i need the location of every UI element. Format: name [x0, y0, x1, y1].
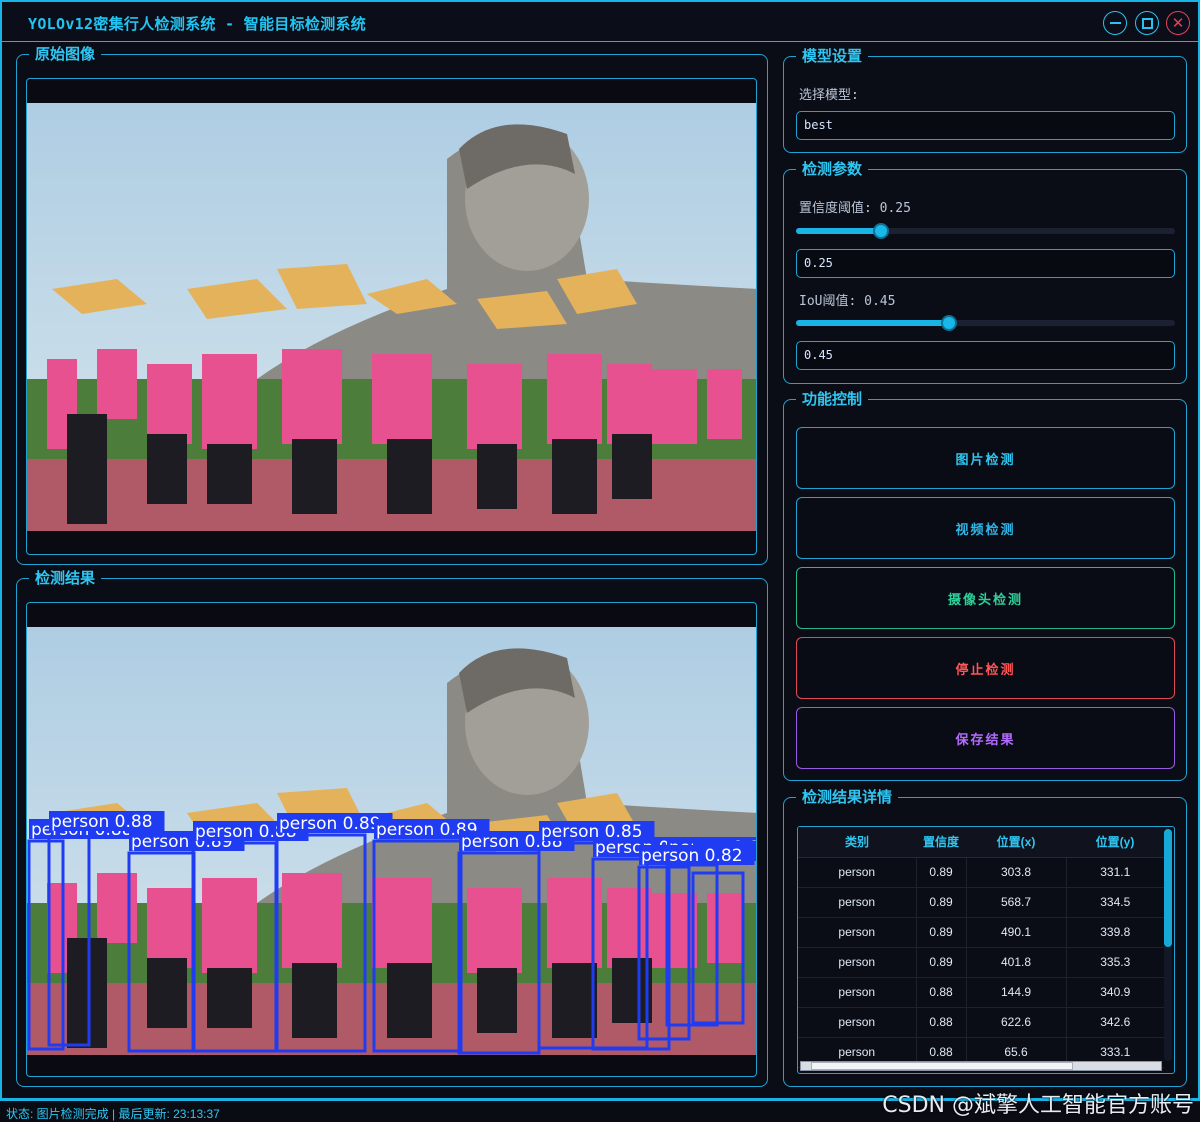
detection-label: person 0.88: [51, 812, 153, 832]
original-image: [27, 103, 756, 531]
cell-confidence: 0.89: [916, 887, 967, 918]
column-header-y[interactable]: 位置(y): [1066, 827, 1164, 858]
detection-params-label: 检测参数: [796, 160, 869, 178]
model-settings-label: 模型设置: [796, 47, 869, 65]
column-header-class[interactable]: 类别: [798, 827, 916, 858]
results-table[interactable]: 类别 置信度 位置(x) 位置(y) person 0.89 303.8 331.1 …: [797, 826, 1175, 1074]
status-text: 状态: 图片检测完成 | 最后更新: 23:13:37: [6, 1107, 220, 1121]
original-image-frame: [26, 78, 757, 555]
close-icon: ✕: [1171, 13, 1185, 32]
cell-x: 144.9: [966, 977, 1067, 1008]
app-window: YOLOv12密集行人检测系统 - 智能目标检测系统 ✕ 原始图像 检测结果 p…: [0, 0, 1200, 1100]
table-row[interactable]: person 0.88 144.9 340.9: [798, 977, 1164, 1008]
model-select-label: 选择模型:: [799, 88, 859, 103]
column-header-x[interactable]: 位置(x): [966, 827, 1066, 858]
cell-y: 334.5: [1066, 887, 1164, 918]
conf-threshold-input[interactable]: 0.25: [796, 249, 1175, 278]
cell-class: person: [798, 1007, 917, 1038]
iou-threshold-input[interactable]: 0.45: [796, 341, 1175, 370]
conf-slider-fill: [796, 228, 881, 234]
title-bar: YOLOv12密集行人检测系统 - 智能目标检测系统 ✕: [2, 2, 1198, 42]
cell-x: 622.6: [966, 1007, 1067, 1038]
result-image-label: 检测结果: [29, 569, 102, 587]
horizontal-scroll-thumb[interactable]: [811, 1062, 1073, 1070]
cell-class: person: [798, 917, 917, 948]
cell-confidence: 0.88: [916, 977, 967, 1008]
image-detect-button[interactable]: 图片检测: [796, 427, 1175, 489]
video-detect-button[interactable]: 视频检测: [796, 497, 1175, 559]
save-result-button[interactable]: 保存结果: [796, 707, 1175, 769]
conf-slider-handle[interactable]: [873, 223, 889, 239]
maximize-icon: [1141, 17, 1153, 29]
cell-confidence: 0.89: [916, 947, 967, 978]
cell-confidence: 0.88: [916, 1007, 967, 1038]
cell-y: 331.1: [1066, 857, 1164, 888]
detection-label: person 0.82: [641, 846, 743, 866]
result-image-frame: person 0.88person 0.88person 0.89person …: [26, 602, 757, 1077]
iou-threshold-label: IoU阈值: 0.45: [799, 294, 896, 309]
model-select[interactable]: best: [796, 111, 1175, 140]
cell-class: person: [798, 857, 917, 888]
cell-x: 401.8: [966, 947, 1067, 978]
cell-x: 303.8: [966, 857, 1067, 888]
camera-detect-button[interactable]: 摄像头检测: [796, 567, 1175, 629]
table-header-row: 类别 置信度 位置(x) 位置(y): [798, 827, 1164, 858]
conf-threshold-slider[interactable]: [796, 223, 1175, 239]
table-row[interactable]: person 0.89 490.1 339.8: [798, 917, 1164, 948]
iou-slider-fill: [796, 320, 949, 326]
table-vertical-scrollbar[interactable]: [1164, 829, 1172, 1061]
table-row[interactable]: person 0.89 568.7 334.5: [798, 887, 1164, 918]
results-detail-label: 检测结果详情: [796, 788, 899, 806]
cell-x: 490.1: [966, 917, 1067, 948]
stop-detect-button[interactable]: 停止检测: [796, 637, 1175, 699]
iou-slider-handle[interactable]: [941, 315, 957, 331]
minimize-icon: [1109, 22, 1121, 24]
cell-confidence: 0.89: [916, 857, 967, 888]
vertical-scroll-thumb[interactable]: [1164, 829, 1172, 947]
table-row[interactable]: person 0.88 622.6 342.6: [798, 1007, 1164, 1038]
result-image: person 0.88person 0.88person 0.89person …: [27, 627, 756, 1055]
close-button[interactable]: ✕: [1166, 11, 1190, 35]
detection-label: person 0.89: [279, 814, 381, 834]
conf-threshold-label: 置信度阈值: 0.25: [799, 201, 911, 216]
watermark: CSDN @斌擎人工智能官方账号: [882, 1093, 1194, 1118]
minimize-button[interactable]: [1103, 11, 1127, 35]
table-row[interactable]: person 0.89 401.8 335.3: [798, 947, 1164, 978]
cell-y: 335.3: [1066, 947, 1164, 978]
iou-threshold-slider[interactable]: [796, 315, 1175, 331]
maximize-button[interactable]: [1135, 11, 1159, 35]
cell-x: 568.7: [966, 887, 1067, 918]
cell-confidence: 0.89: [916, 917, 967, 948]
table-horizontal-scrollbar[interactable]: [800, 1061, 1162, 1071]
cell-y: 339.8: [1066, 917, 1164, 948]
cell-class: person: [798, 947, 917, 978]
window-title: YOLOv12密集行人检测系统 - 智能目标检测系统: [28, 15, 367, 33]
cell-y: 342.6: [1066, 1007, 1164, 1038]
cell-class: person: [798, 887, 917, 918]
function-control-label: 功能控制: [796, 390, 869, 408]
original-image-label: 原始图像: [29, 45, 102, 63]
status-bar: 状态: 图片检测完成 | 最后更新: 23:13:37 CSDN @斌擎人工智能…: [0, 1093, 1200, 1122]
cell-y: 340.9: [1066, 977, 1164, 1008]
column-header-confidence[interactable]: 置信度: [916, 827, 966, 858]
table-row[interactable]: person 0.89 303.8 331.1: [798, 857, 1164, 888]
cell-class: person: [798, 977, 917, 1008]
